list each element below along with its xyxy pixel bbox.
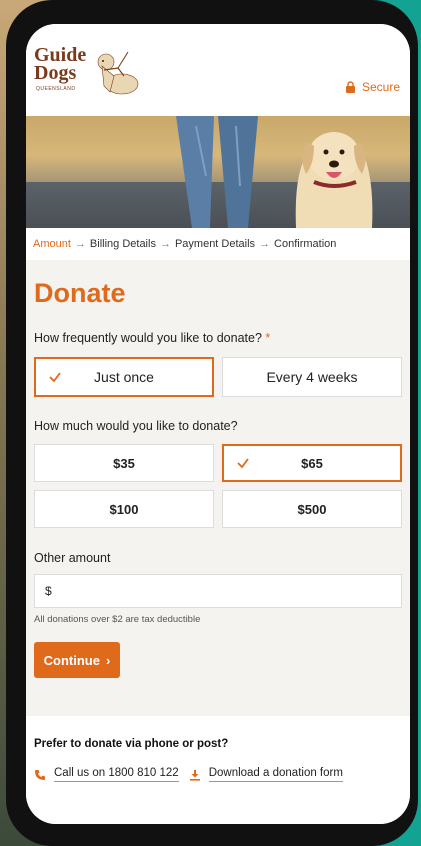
site-header: Guide Dogs QUEENSLAND Secure	[26, 24, 410, 116]
check-icon	[49, 372, 61, 383]
phone-icon	[35, 769, 45, 780]
tax-deductible-note: All donations over $2 are tax deductible	[34, 614, 201, 625]
phone-link[interactable]: Call us on 1800 810 122	[34, 767, 179, 782]
frequency-question: How frequently would you like to donate?…	[34, 331, 402, 345]
amount-option-500[interactable]: $500	[222, 490, 402, 528]
alternative-donation-title: Prefer to donate via phone or post?	[34, 738, 229, 750]
amount-option-label: $500	[297, 501, 327, 517]
labrador-dog-image	[295, 132, 373, 228]
frequency-option-label: Just once	[94, 369, 154, 385]
amount-option-100[interactable]: $100	[34, 490, 214, 528]
alternative-donation-links: Call us on 1800 810 122 Download a donat…	[34, 767, 402, 782]
continue-button-label: Continue	[43, 652, 100, 668]
amount-option-35[interactable]: $35	[34, 444, 214, 482]
required-mark: *	[265, 331, 271, 345]
breadcrumb-step-confirmation: Confirmation	[274, 238, 337, 250]
hero-image	[26, 116, 410, 228]
logo-wordmark: Guide Dogs	[34, 45, 86, 84]
arrow-right-icon: →	[74, 238, 86, 250]
logo-line2: Dogs	[34, 62, 77, 84]
phone-frame: Guide Dogs QUEENSLAND Secure Amount → Bi…	[6, 0, 418, 846]
lock-icon	[345, 81, 355, 93]
other-amount-label: Other amount	[34, 551, 111, 565]
phone-link-text: Call us on 1800 810 122	[54, 767, 179, 782]
amount-question: How much would you like to donate?	[34, 419, 238, 433]
person-legs-image	[176, 116, 258, 228]
frequency-options: Just once Every 4 weeks	[34, 357, 402, 397]
amount-option-label: $35	[113, 455, 135, 471]
alternative-donation-section: Prefer to donate via phone or post? Call…	[26, 716, 410, 824]
continue-button[interactable]: Continue ›	[34, 642, 120, 678]
download-form-link-text: Download a donation form	[208, 767, 343, 782]
logo-subtitle: QUEENSLAND	[36, 86, 76, 92]
check-icon	[237, 458, 249, 469]
breadcrumb: Amount → Billing Details → Payment Detai…	[26, 228, 356, 260]
amount-option-label: $65	[301, 455, 323, 471]
frequency-question-text: How frequently would you like to donate?	[34, 331, 262, 345]
arrow-right-icon: →	[159, 238, 171, 250]
amount-option-65[interactable]: $65	[222, 444, 402, 482]
frequency-option-every-4-weeks[interactable]: Every 4 weeks	[222, 357, 402, 397]
frequency-option-just-once[interactable]: Just once	[34, 357, 214, 397]
donation-form: Donate How frequently would you like to …	[26, 260, 410, 716]
chevron-right-icon: ›	[105, 652, 111, 668]
currency-prefix: $	[45, 584, 52, 598]
frequency-option-label: Every 4 weeks	[266, 369, 358, 385]
breadcrumb-step-amount[interactable]: Amount	[33, 238, 71, 250]
guide-dogs-logo[interactable]: Guide Dogs QUEENSLAND	[34, 45, 144, 102]
secure-label: Secure	[361, 80, 400, 94]
phone-screen: Guide Dogs QUEENSLAND Secure Amount → Bi…	[26, 24, 410, 824]
download-icon	[189, 769, 200, 781]
amount-option-label: $100	[109, 501, 139, 517]
dog-logo-icon	[97, 51, 139, 95]
page-title: Donate	[34, 278, 126, 308]
amount-options: $35 $65 $100 $500	[34, 444, 402, 528]
breadcrumb-step-billing: Billing Details	[89, 238, 156, 250]
breadcrumb-step-payment: Payment Details	[174, 238, 256, 250]
other-amount-input[interactable]: $	[34, 574, 402, 608]
download-form-link[interactable]: Download a donation form	[189, 767, 343, 782]
secure-indicator: Secure	[345, 80, 400, 94]
arrow-right-icon: →	[259, 238, 271, 250]
